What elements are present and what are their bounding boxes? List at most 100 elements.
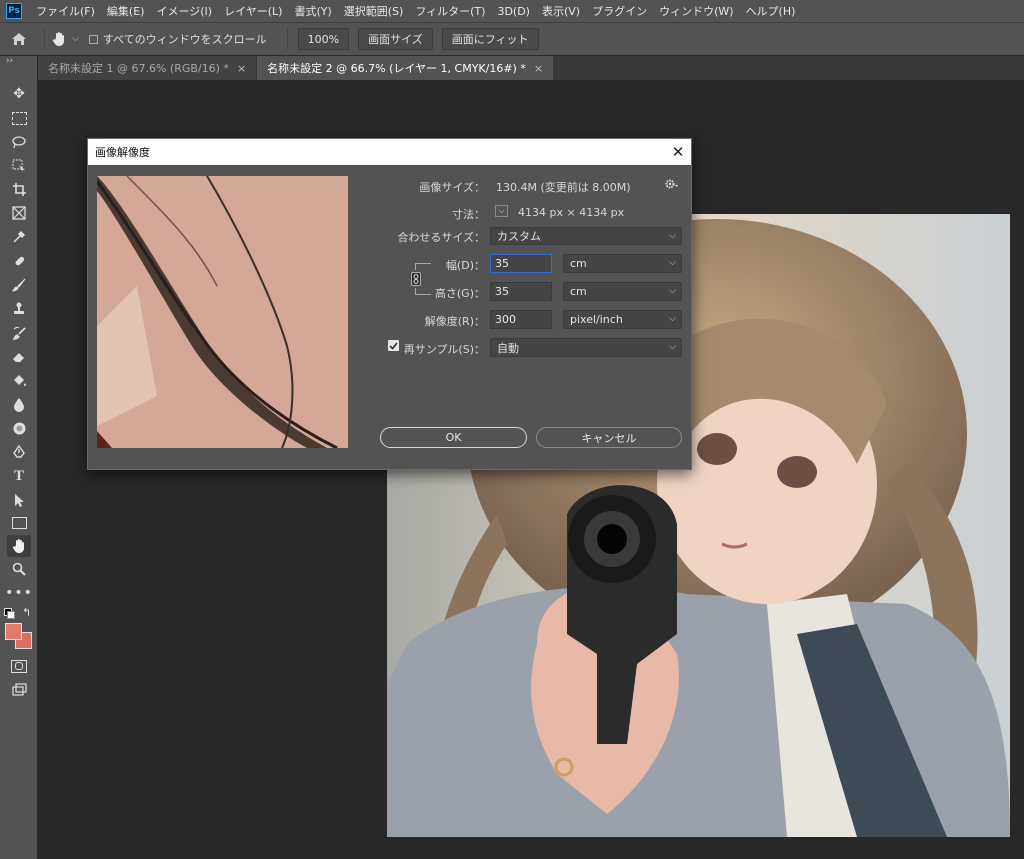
default-colors-icon[interactable] <box>4 608 15 619</box>
menu-help[interactable]: ヘルプ(H) <box>740 3 802 19</box>
zoom-100-button[interactable]: 100% <box>297 28 350 50</box>
menu-type[interactable]: 書式(Y) <box>288 3 337 19</box>
fit-to-select[interactable]: カスタム ⌵ <box>490 227 682 245</box>
close-icon[interactable]: ✕ <box>665 139 691 165</box>
resolution-unit-select[interactable]: pixel/inch ⌵ <box>563 310 682 329</box>
brush-tool-icon[interactable] <box>7 274 31 296</box>
foreground-color-swatch[interactable] <box>5 623 22 640</box>
chevron-down-icon: ⌵ <box>669 231 676 241</box>
menu-view[interactable]: 表示(V) <box>536 3 586 19</box>
resolution-input[interactable]: 300 <box>490 310 552 329</box>
menu-window[interactable]: ウィンドウ(W) <box>653 3 739 19</box>
fit-to-label: 合わせるサイズ： <box>397 231 485 244</box>
preview-artwork <box>97 176 348 448</box>
menu-file[interactable]: ファイル(F) <box>30 3 101 19</box>
quick-mask-icon[interactable] <box>7 655 31 677</box>
menu-plugins[interactable]: プラグイン <box>586 3 653 19</box>
pen-tool-icon[interactable] <box>7 441 31 463</box>
menu-image[interactable]: イメージ(I) <box>150 3 218 19</box>
lasso-tool-icon[interactable] <box>7 131 31 153</box>
dialog-title-bar: 画像解像度 ✕ <box>88 139 691 165</box>
scroll-all-windows-label: すべてのウィンドウをスクロール <box>102 33 267 46</box>
fit-screen-button[interactable]: 画面にフィット <box>441 28 539 50</box>
chevron-down-icon: ⌵ <box>669 314 676 324</box>
width-input[interactable]: 35 <box>490 254 552 273</box>
history-brush-icon[interactable] <box>7 322 31 344</box>
crop-tool-icon[interactable] <box>7 178 31 200</box>
photoshop-logo-icon: Ps <box>6 3 22 19</box>
eraser-tool-icon[interactable] <box>7 346 31 368</box>
rectangle-tool-icon[interactable] <box>7 512 31 534</box>
marquee-tool-icon[interactable] <box>7 107 31 129</box>
chevron-down-icon: ⌵ <box>669 342 676 352</box>
options-bar: ⌵ すべてのウィンドウをスクロール 100% 画面サイズ 画面にフィット <box>0 22 1024 56</box>
height-label: 高さ(G)： <box>434 287 485 300</box>
options-divider <box>286 28 288 50</box>
height-input[interactable]: 35 <box>490 282 552 301</box>
dimensions-unit-toggle[interactable]: ⌵ <box>495 205 508 217</box>
resample-value: 自動 <box>497 341 519 355</box>
menu-bar: Ps ファイル(F) 編集(E) イメージ(I) レイヤー(L) 書式(Y) 選… <box>0 0 1024 22</box>
checkmark-icon <box>389 341 398 350</box>
constrain-proportions-link[interactable] <box>411 263 431 295</box>
chain-link-icon <box>411 272 421 286</box>
menu-edit[interactable]: 編集(E) <box>101 3 151 19</box>
move-tool-icon[interactable]: ✥ <box>7 83 31 105</box>
zoom-tool-icon[interactable] <box>7 558 31 580</box>
chevron-down-icon: ⌵ <box>669 286 676 296</box>
more-tools-icon[interactable]: ••• <box>5 582 32 604</box>
type-tool-icon[interactable]: T <box>7 465 31 487</box>
home-icon <box>12 33 26 45</box>
healing-brush-icon[interactable] <box>7 250 31 272</box>
resolution-unit-value: pixel/inch <box>570 313 623 326</box>
image-size-label: 画像サイズ： <box>419 181 485 194</box>
fit-screen-size-button[interactable]: 画面サイズ <box>358 28 433 50</box>
resample-checkbox[interactable] <box>388 340 399 351</box>
screen-mode-icon[interactable] <box>7 679 31 701</box>
chevron-down-icon: ⌵ <box>72 34 79 44</box>
dimensions-label: 寸法： <box>452 208 485 221</box>
menu-3d[interactable]: 3D(D) <box>491 5 536 18</box>
image-preview[interactable] <box>97 176 348 448</box>
paint-bucket-icon[interactable] <box>7 369 31 391</box>
object-select-tool-icon[interactable] <box>7 155 31 177</box>
width-label: 幅(D)： <box>445 259 485 272</box>
menu-layer[interactable]: レイヤー(L) <box>218 3 288 19</box>
height-unit-value: cm <box>570 285 587 298</box>
hand-tool-preset-icon <box>52 32 64 46</box>
dialog-title: 画像解像度 <box>95 146 150 159</box>
tab-document-1[interactable]: 名称未設定 1 @ 67.6% (RGB/16) * × <box>38 56 257 80</box>
chevron-down-icon: ⌵ <box>669 258 676 268</box>
document-tab-bar: 名称未設定 1 @ 67.6% (RGB/16) * × 名称未設定 2 @ 6… <box>38 56 1024 80</box>
close-icon[interactable]: × <box>534 62 543 75</box>
cancel-button[interactable]: キャンセル <box>536 427 682 448</box>
close-icon[interactable]: × <box>237 62 246 75</box>
dodge-tool-icon[interactable] <box>7 417 31 439</box>
menu-filter[interactable]: フィルター(T) <box>409 3 491 19</box>
clone-stamp-icon[interactable] <box>7 298 31 320</box>
height-unit-select[interactable]: cm ⌵ <box>563 282 682 301</box>
ok-button[interactable]: OK <box>380 427 527 448</box>
options-divider <box>44 28 45 50</box>
menu-select[interactable]: 選択範囲(S) <box>338 3 410 19</box>
tab-document-2[interactable]: 名称未設定 2 @ 66.7% (レイヤー 1, CMYK/16#) * × <box>257 56 554 80</box>
chevron-down-icon: ⌵ <box>498 206 505 215</box>
image-size-value: 130.4M (変更前は 8.00M) <box>496 181 631 194</box>
scroll-all-windows-checkbox[interactable] <box>88 34 98 44</box>
width-unit-select[interactable]: cm ⌵ <box>563 254 682 273</box>
resample-select[interactable]: 自動 ⌵ <box>490 338 682 357</box>
home-button[interactable] <box>0 32 38 46</box>
resolution-label: 解像度(R)： <box>424 315 485 328</box>
collapse-panel-icon[interactable]: ›› <box>6 56 13 66</box>
width-unit-value: cm <box>570 257 587 270</box>
eyedropper-tool-icon[interactable] <box>7 226 31 248</box>
tab-label: 名称未設定 2 @ 66.7% (レイヤー 1, CMYK/16#) * <box>267 62 526 75</box>
path-select-tool-icon[interactable] <box>7 489 31 511</box>
frame-tool-icon[interactable] <box>7 202 31 224</box>
hand-tool-icon[interactable] <box>7 535 31 557</box>
settings-gear-icon[interactable] <box>665 178 679 193</box>
image-size-dialog: 画像解像度 ✕ 画像サイズ： 130.4M (変更前は 8.00M) 寸法： ⌵… <box>87 138 692 470</box>
blur-tool-icon[interactable] <box>7 393 31 415</box>
tool-preset-picker[interactable]: ⌵ <box>51 31 79 47</box>
swap-colors-icon[interactable]: ↰ <box>22 606 31 619</box>
